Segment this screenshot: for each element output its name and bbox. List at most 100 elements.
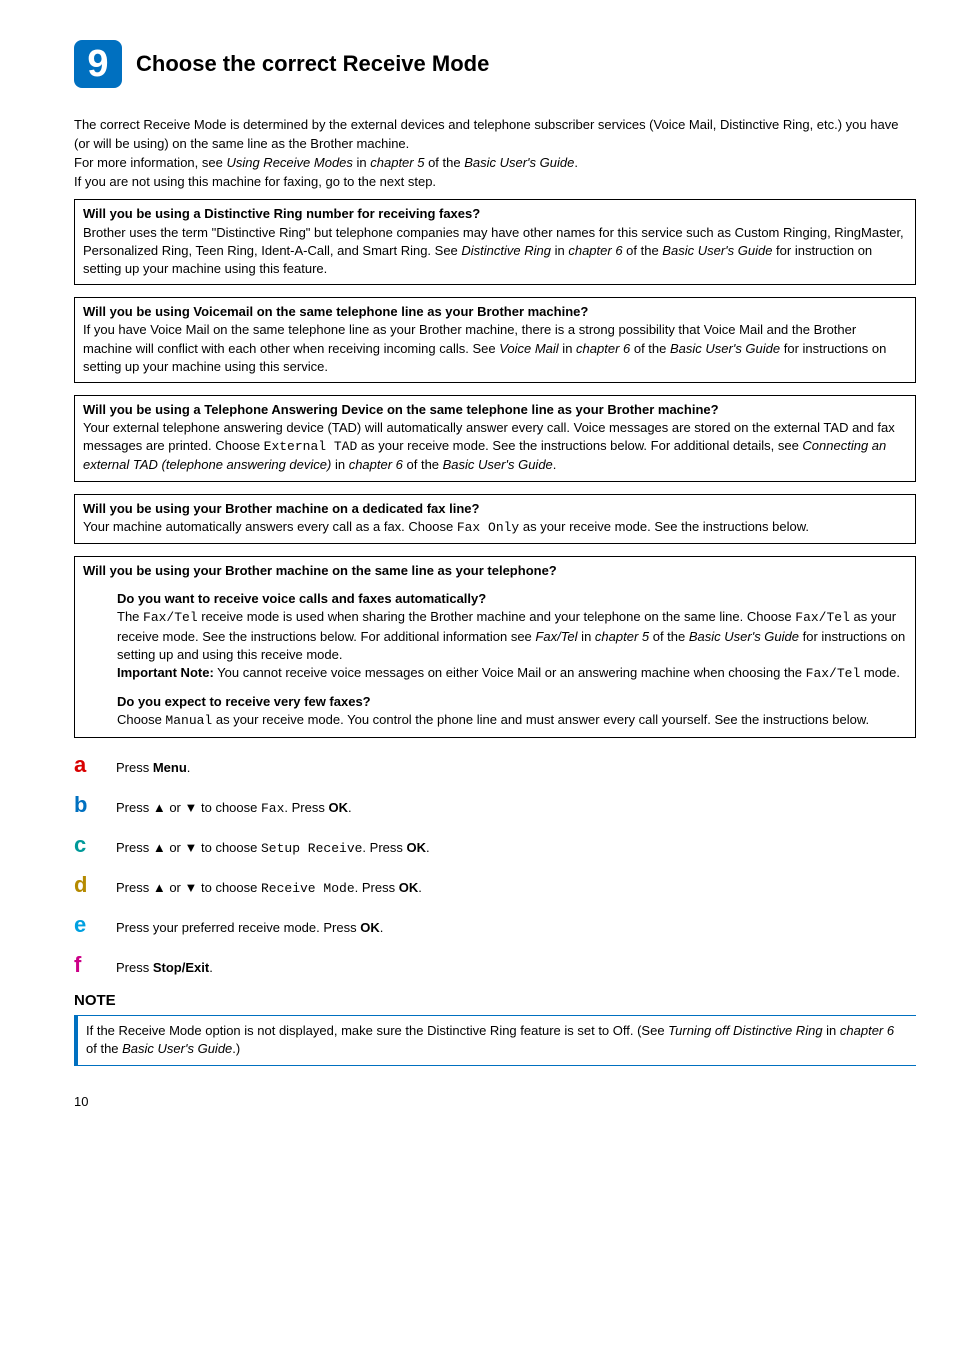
box2-mid1: in xyxy=(559,341,576,356)
box5-sub2-title: Do you expect to receive very few faxes? xyxy=(117,693,907,711)
step-letter-f: f xyxy=(74,952,116,978)
note-box: If the Receive Mode option is not displa… xyxy=(74,1015,916,1067)
box1-ital1: Distinctive Ring xyxy=(461,243,551,258)
step-b-pre: Press xyxy=(116,800,153,815)
step-d-end: . xyxy=(418,880,422,895)
box5-indent: Do you want to receive voice calls and f… xyxy=(117,590,907,730)
note-ital2: chapter 6 xyxy=(840,1023,894,1038)
step-c: c Press ▲ or ▼ to choose Setup Receive. … xyxy=(74,832,916,858)
box4-body-pre: Your machine automatically answers every… xyxy=(83,519,457,534)
up-arrow-icon: ▲ xyxy=(153,800,166,815)
step-c-end: . xyxy=(426,840,430,855)
intro-p2-pre: For more information, see xyxy=(74,155,226,170)
box5-sub2-pre: Choose xyxy=(117,712,165,727)
box2-title: Will you be using Voicemail on the same … xyxy=(83,304,588,319)
page-title: Choose the correct Receive Mode xyxy=(136,51,489,77)
box5-sub1-pre: The xyxy=(117,609,143,624)
box3-ital3: Basic User's Guide xyxy=(443,457,553,472)
box3-mid2: of the xyxy=(403,457,443,472)
intro-p2-mid: in xyxy=(353,155,370,170)
step-a-pre: Press xyxy=(116,760,153,775)
down-arrow-icon: ▼ xyxy=(185,840,198,855)
box4-title: Will you be using your Brother machine o… xyxy=(83,501,479,516)
steps-list: a Press Menu. b Press ▲ or ▼ to choose F… xyxy=(74,752,916,978)
step-b-or: or xyxy=(166,800,185,815)
step-d-or: or xyxy=(166,880,185,895)
box-same-line: Will you be using your Brother machine o… xyxy=(74,556,916,738)
box3-body-mid: as your receive mode. See the instructio… xyxy=(357,438,802,453)
step-letter-b: b xyxy=(74,792,116,818)
step-b-end: . xyxy=(348,800,352,815)
step-b-bold: OK xyxy=(328,800,348,815)
intro-p2-ital3: Basic User's Guide xyxy=(464,155,574,170)
box1-ital2: chapter 6 xyxy=(568,243,622,258)
box5-sub2-end: as your receive mode. You control the ph… xyxy=(212,712,869,727)
box5-sub1-title: Do you want to receive voice calls and f… xyxy=(117,590,907,608)
intro-p2-ital2: chapter 5 xyxy=(370,155,424,170)
box3-ital2: chapter 6 xyxy=(349,457,403,472)
step-e-bold: OK xyxy=(360,920,380,935)
intro-p2-mid2: of the xyxy=(424,155,464,170)
note-mid2: of the xyxy=(86,1041,122,1056)
note-heading: NOTE xyxy=(74,992,916,1009)
step-f-pre: Press xyxy=(116,960,153,975)
note-pre: If the Receive Mode option is not displa… xyxy=(86,1023,668,1038)
box5-sub1-note-mono: Fax/Tel xyxy=(806,666,861,681)
step-b-mid: to choose xyxy=(197,800,261,815)
step-e-pre: Press your preferred receive mode. Press xyxy=(116,920,360,935)
box1-ital3: Basic User's Guide xyxy=(662,243,772,258)
box5-title: Will you be using your Brother machine o… xyxy=(83,563,557,578)
step-f-bold: Stop/Exit xyxy=(153,960,209,975)
box2-mid2: of the xyxy=(630,341,670,356)
step-a: a Press Menu. xyxy=(74,752,916,778)
box1-mid2: of the xyxy=(623,243,663,258)
step-e: e Press your preferred receive mode. Pre… xyxy=(74,912,916,938)
box-tad: Will you be using a Telephone Answering … xyxy=(74,395,916,482)
intro-p3: If you are not using this machine for fa… xyxy=(74,174,436,189)
page-number: 10 xyxy=(74,1094,916,1109)
box4-body-end: as your receive mode. See the instructio… xyxy=(519,519,809,534)
step-d-mid: to choose xyxy=(197,880,261,895)
box5-sub1-note-end: mode. xyxy=(860,665,900,680)
step-d-dot: . Press xyxy=(355,880,399,895)
box4-mono1: Fax Only xyxy=(457,520,519,535)
box5-sub1-mono1: Fax/Tel xyxy=(143,610,198,625)
step-d: d Press ▲ or ▼ to choose Receive Mode. P… xyxy=(74,872,916,898)
step-f: f Press Stop/Exit. xyxy=(74,952,916,978)
box3-mono1: External TAD xyxy=(264,439,358,454)
box2-ital2: chapter 6 xyxy=(576,341,630,356)
note-ital1: Turning off Distinctive Ring xyxy=(668,1023,822,1038)
box5-sub1-note-pre: You cannot receive voice messages on eit… xyxy=(214,665,806,680)
step-letter-c: c xyxy=(74,832,116,858)
down-arrow-icon: ▼ xyxy=(185,800,198,815)
box-voicemail: Will you be using Voicemail on the same … xyxy=(74,297,916,383)
box2-ital3: Basic User's Guide xyxy=(670,341,780,356)
box5-sub1-mono2: Fax/Tel xyxy=(795,610,850,625)
step-c-pre: Press xyxy=(116,840,153,855)
step-c-or: or xyxy=(166,840,185,855)
box5-sub2-mono: Manual xyxy=(165,713,212,728)
step-f-end: . xyxy=(209,960,213,975)
step-a-bold: Menu xyxy=(153,760,187,775)
step-e-end: . xyxy=(380,920,384,935)
down-arrow-icon: ▼ xyxy=(185,880,198,895)
step-b-mono: Fax xyxy=(261,801,284,816)
step-c-dot: . Press xyxy=(362,840,406,855)
step-c-mid: to choose xyxy=(197,840,261,855)
box3-end: . xyxy=(553,457,557,472)
step-letter-a: a xyxy=(74,752,116,778)
step-letter-e: e xyxy=(74,912,116,938)
note-end: .) xyxy=(232,1041,240,1056)
up-arrow-icon: ▲ xyxy=(153,840,166,855)
box1-title: Will you be using a Distinctive Ring num… xyxy=(83,206,480,221)
box5-sub1-ital1: Fax/Tel xyxy=(535,629,577,644)
box5-sub1-ital2: chapter 5 xyxy=(595,629,649,644)
step-a-end: . xyxy=(187,760,191,775)
note-mid1: in xyxy=(823,1023,840,1038)
intro-p2-end: . xyxy=(574,155,578,170)
box3-mid1: in xyxy=(331,457,348,472)
step-c-mono: Setup Receive xyxy=(261,841,362,856)
box2-ital1: Voice Mail xyxy=(499,341,558,356)
intro-p2-ital1: Using Receive Modes xyxy=(226,155,352,170)
step-b: b Press ▲ or ▼ to choose Fax. Press OK. xyxy=(74,792,916,818)
